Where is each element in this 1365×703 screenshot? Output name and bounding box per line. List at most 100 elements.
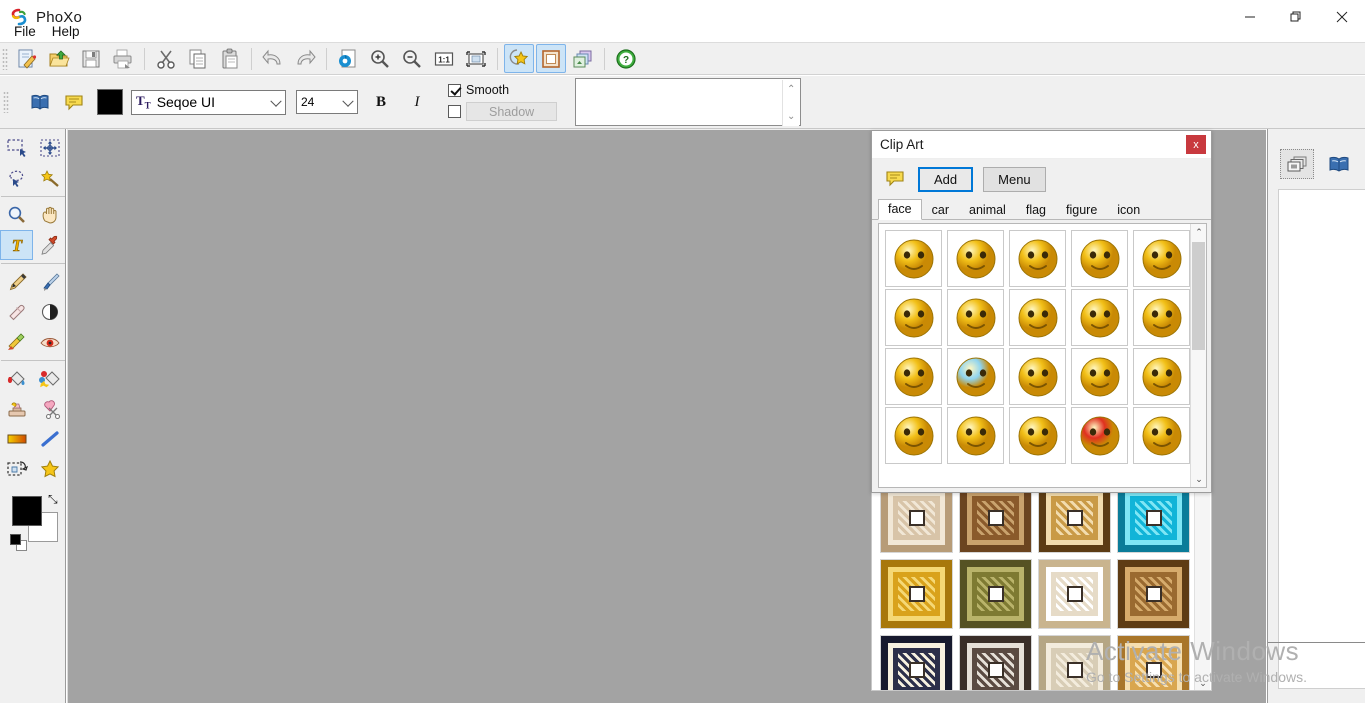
frames-scroll-down-icon[interactable]: ⌄	[1195, 675, 1211, 690]
menu-file[interactable]: File	[6, 22, 44, 41]
frame-thumb-navy-rope[interactable]	[880, 635, 953, 690]
clipart-item-devil[interactable]	[1071, 407, 1128, 464]
shadow-button[interactable]: Shadow	[466, 102, 558, 121]
frame-thumb-cream-ornate[interactable]	[880, 483, 953, 553]
clipart-tab-icon[interactable]: icon	[1107, 200, 1150, 220]
redo-button[interactable]	[290, 44, 320, 73]
add-clipart-button[interactable]: Add	[918, 166, 974, 192]
speech-bubble-icon[interactable]	[60, 88, 88, 116]
panel-tab-layers[interactable]	[1280, 149, 1314, 179]
italic-button[interactable]: I	[404, 89, 430, 115]
clipart-item-surprised[interactable]	[1009, 230, 1066, 287]
clipart-tab-face[interactable]: face	[878, 199, 922, 220]
font-family-select[interactable]: TT Seqoe UI	[131, 89, 286, 115]
panel-tab-library[interactable]	[1322, 149, 1356, 179]
clipart-item-yawn[interactable]	[947, 230, 1004, 287]
zoom-in-button[interactable]	[365, 44, 395, 73]
clipart-tab-figure[interactable]: figure	[1056, 200, 1107, 220]
clipart-item-sleeping-book[interactable]	[1071, 230, 1128, 287]
clipart-tab-car[interactable]: car	[922, 200, 959, 220]
clipart-item-eating-noodles[interactable]	[1133, 407, 1190, 464]
clipart-item-shy-blush[interactable]	[885, 230, 942, 287]
toolbar-grip[interactable]	[2, 47, 8, 70]
tool-lasso-select[interactable]	[0, 163, 33, 193]
clipart-tab-flag[interactable]: flag	[1016, 200, 1056, 220]
tool-line[interactable]	[33, 424, 66, 454]
text-input-area[interactable]: ⌃ ⌄	[575, 78, 802, 126]
clipart-item-squint-blush[interactable]	[1009, 289, 1066, 346]
clipart-item-heart-eyes-kiss[interactable]	[885, 289, 942, 346]
tool-red-eye[interactable]	[33, 327, 66, 357]
tool-eyedropper[interactable]	[33, 230, 66, 260]
scroll-up-icon[interactable]: ⌃	[787, 84, 795, 95]
undo-button[interactable]	[258, 44, 288, 73]
tool-transform[interactable]	[0, 454, 33, 484]
book-library-icon[interactable]	[26, 88, 54, 116]
shadow-checkbox[interactable]	[448, 105, 461, 118]
shadow-checkbox-row[interactable]: Shadow	[448, 102, 558, 121]
smooth-checkbox-row[interactable]: Smooth	[448, 83, 557, 97]
smooth-checkbox[interactable]	[448, 83, 461, 97]
tool-stamp[interactable]	[0, 394, 33, 424]
tool-eraser[interactable]	[0, 297, 33, 327]
new-document-button[interactable]	[12, 44, 42, 73]
clipart-item-big-grin[interactable]	[1071, 289, 1128, 346]
clipart-item-angry-brows[interactable]	[885, 348, 942, 405]
clipart-scrollbar[interactable]: ⌃ ⌄	[1190, 224, 1206, 487]
frame-thumb-grey-layered[interactable]	[959, 635, 1032, 690]
clipart-item-drooling[interactable]	[947, 407, 1004, 464]
clipart-item-sunglasses-cigar[interactable]	[947, 289, 1004, 346]
refresh-page-button[interactable]	[333, 44, 363, 73]
frame-thumb-bevel-oak[interactable]	[1038, 483, 1111, 553]
tool-cut-shape[interactable]	[33, 394, 66, 424]
actual-size-button[interactable]: 1:1	[429, 44, 459, 73]
clipart-item-kanji-face[interactable]	[1009, 348, 1066, 405]
tool-dodge-burn[interactable]	[33, 297, 66, 327]
right-panel-content[interactable]	[1278, 189, 1365, 689]
dialog-close-button[interactable]: x	[1186, 135, 1206, 154]
tool-effects[interactable]	[33, 454, 66, 484]
tool-move[interactable]	[33, 133, 66, 163]
scroll-up-icon[interactable]: ⌃	[1191, 224, 1206, 240]
open-file-button[interactable]	[44, 44, 74, 73]
frames-button[interactable]	[536, 44, 566, 73]
frame-thumb-chevron-wood[interactable]	[1117, 559, 1190, 629]
save-button[interactable]	[76, 44, 106, 73]
zoom-out-button[interactable]	[397, 44, 427, 73]
clipart-scroll-thumb[interactable]	[1192, 242, 1205, 350]
clipart-menu-button[interactable]: Menu	[983, 166, 1046, 192]
tool-color-replace[interactable]	[33, 364, 66, 394]
frame-thumb-olive-carved[interactable]	[959, 559, 1032, 629]
fit-to-screen-button[interactable]	[461, 44, 491, 73]
help-button[interactable]: ?	[611, 44, 641, 73]
cut-button[interactable]	[151, 44, 181, 73]
clipart-button[interactable]	[504, 44, 534, 73]
reset-colors-icon[interactable]	[10, 534, 28, 552]
swap-colors-icon[interactable]: ⤡	[48, 492, 58, 507]
tool-magic-wand[interactable]	[33, 163, 66, 193]
print-button[interactable]	[108, 44, 138, 73]
clipart-item-crying-streams[interactable]	[1071, 348, 1128, 405]
tool-hand-pan[interactable]	[33, 200, 66, 230]
clipart-item-happy-smile[interactable]	[1009, 407, 1066, 464]
scroll-down-icon[interactable]: ⌄	[787, 111, 795, 122]
clipart-item-gritted-teeth[interactable]	[885, 407, 942, 464]
menu-help[interactable]: Help	[44, 22, 88, 41]
tool-smudge[interactable]	[0, 327, 33, 357]
clipart-item-dizzy-x-eyes[interactable]	[1133, 230, 1190, 287]
tool-zoom[interactable]	[0, 200, 33, 230]
bold-button[interactable]: B	[368, 89, 394, 115]
clipart-item-zipper-mouth[interactable]	[1133, 289, 1190, 346]
frame-thumb-teal-mosaic[interactable]	[1117, 483, 1190, 553]
font-size-select[interactable]: 24	[296, 90, 358, 114]
speech-bubble-icon[interactable]	[884, 167, 908, 191]
frame-thumb-gold-gilt[interactable]	[880, 559, 953, 629]
tool-gradient[interactable]	[0, 424, 33, 454]
clipart-item-cold-frozen[interactable]	[947, 348, 1004, 405]
copy-button[interactable]	[183, 44, 213, 73]
layers-button[interactable]	[568, 44, 598, 73]
frame-thumb-amber-swirl[interactable]	[1117, 635, 1190, 690]
frame-thumb-lace-pattern[interactable]	[1038, 559, 1111, 629]
frame-thumb-dark-wood[interactable]	[959, 483, 1032, 553]
tool-brush[interactable]	[33, 267, 66, 297]
